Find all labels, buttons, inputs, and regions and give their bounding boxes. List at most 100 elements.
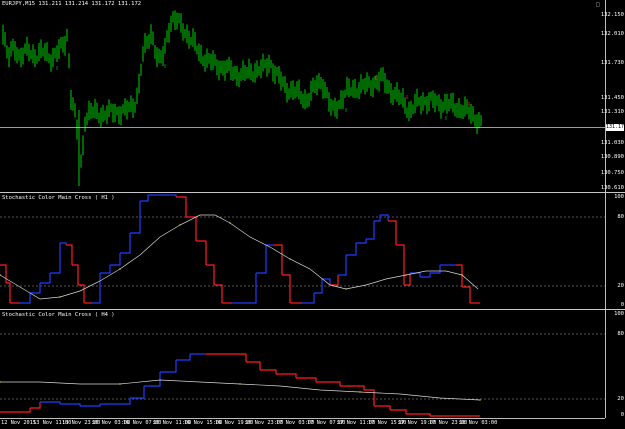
signal-dot (59, 296, 61, 298)
price-tick: 130.610 (600, 185, 624, 191)
signal-dot (119, 268, 121, 270)
main-chart-title: EURJPY,M15 131.211 131.214 131.172 131.1… (2, 1, 142, 7)
stochastic-main-line (356, 239, 367, 244)
stochastic-main-line (296, 377, 317, 382)
stochastic-main-line (60, 403, 81, 406)
level-tick: 80 (617, 214, 624, 220)
stochastic-main-line (30, 283, 41, 294)
stochastic-main-line (186, 216, 197, 241)
stochastic-main-line (388, 220, 397, 245)
signal-dot (119, 383, 121, 385)
current-price-label: 131.172 (606, 124, 625, 131)
stochastic-main-line (214, 284, 223, 303)
stochastic-main-line (456, 264, 463, 287)
level-tick: 80 (617, 331, 624, 337)
stochastic-main-line (246, 273, 257, 304)
stochastic-main-line (196, 240, 207, 265)
price-tick: 132.150 (600, 12, 624, 18)
stochastic-main-line (390, 409, 407, 414)
stochastic-main-line (130, 201, 141, 234)
stochastic-signal-line (0, 379, 481, 401)
stochastic-main-line (230, 353, 247, 362)
price-tick: 131.310 (600, 109, 624, 115)
stochastic-main-line (140, 195, 149, 202)
stochastic-main-line (144, 372, 161, 387)
stochastic-main-line (420, 273, 431, 278)
stochastic-main-line (330, 275, 339, 286)
stochastic-main-line (346, 243, 357, 256)
stochastic-main-line (366, 221, 375, 240)
level-tick: 100 (614, 311, 624, 317)
stochastic-main-line (120, 233, 131, 254)
stochastic-main-line (380, 214, 389, 221)
price-chart[interactable]: ⇧ ⇧ ⇧ ⇧ ⇩ ⇩ ⇩ (0, 0, 605, 192)
stochastic-main-line (276, 373, 297, 378)
stochastic-main-line (206, 264, 215, 285)
buy-arrow-icon: ⇧ (344, 106, 348, 114)
price-tick: 130.750 (600, 170, 624, 176)
buy-arrow-icon: ⇧ (163, 62, 167, 70)
signal-dot (289, 258, 291, 260)
stochastic-main-line (176, 354, 191, 361)
stochastic-main-line (274, 244, 283, 275)
stochastic-main-line (430, 265, 441, 274)
buy-arrow-icon: ⇧ (444, 114, 448, 122)
stochastic-h4-pane[interactable]: Stochastic Color Main Cross ( H4 ) 100 8… (0, 310, 625, 418)
signal-dot (345, 288, 347, 290)
level-tick: 0 (620, 302, 624, 308)
stochastic-main-line (130, 386, 145, 399)
stochastic-main-line (92, 273, 101, 304)
stochastic-main-line (176, 196, 187, 217)
stochastic-h1-chart[interactable] (0, 193, 605, 309)
price-scale: 132.150 132.010 131.730 131.450 131.310 … (601, 0, 625, 192)
stochastic-main-line (60, 242, 67, 245)
stochastic-main-line (246, 361, 261, 370)
signal-dot (229, 222, 231, 224)
signal-dot (461, 274, 463, 276)
stochastic-main-line (406, 413, 431, 416)
level-tick: 20 (617, 283, 624, 289)
signal-dot (179, 224, 181, 226)
signal-dot (0, 381, 1, 383)
stochastic-main-line (40, 401, 61, 404)
stochastic-main-line (66, 244, 73, 265)
time-label: 12 Nov 2015 (1, 420, 37, 426)
stochastic-h1-pane[interactable]: Stochastic Color Main Cross ( H1 ) 100 8… (0, 193, 625, 309)
stochastic-main-line (20, 408, 31, 413)
price-tick: 132.010 (600, 31, 624, 37)
stochastic-h1-scale: 100 80 20 0 (605, 193, 625, 309)
price-tick: 131.030 (600, 140, 624, 146)
time-axis: 12 Nov 2015 13 Nov 11:00 13 Nov 23:00 16… (0, 418, 605, 429)
sell-arrow-icon: ⇩ (467, 100, 471, 108)
stochastic-main-line (40, 273, 51, 284)
stochastic-h4-chart[interactable] (0, 310, 605, 418)
stochastic-main-line (20, 293, 31, 304)
stochastic-h4-scale: 100 80 20 0 (605, 310, 625, 418)
signal-dot (239, 383, 241, 385)
stochastic-main-line (162, 194, 177, 197)
stochastic-main-line (78, 284, 85, 303)
stochastic-main-line (338, 255, 347, 276)
stochastic-main-line (30, 402, 41, 409)
stochastic-main-line (316, 381, 341, 386)
stochastic-main-line (374, 405, 391, 410)
stochastic-main-line (396, 244, 405, 285)
price-tick: 130.890 (600, 154, 624, 160)
buy-arrow-icon: ⇧ (55, 64, 59, 72)
level-tick: 100 (614, 194, 624, 200)
stochastic-main-line (462, 286, 471, 303)
stochastic-main-line (160, 360, 177, 373)
signal-dot (479, 399, 481, 401)
stochastic-main-line (260, 369, 277, 374)
sell-arrow-icon: ⇩ (405, 93, 409, 101)
stochastic-main-line (100, 265, 111, 274)
stochastic-main-line (50, 243, 61, 274)
stochastic-main-line (374, 215, 381, 222)
signal-dot (405, 274, 407, 276)
stochastic-h1-title: Stochastic Color Main Cross ( H1 ) (2, 195, 115, 201)
stochastic-main-line (80, 404, 101, 407)
signal-dot (359, 391, 361, 393)
stochastic-main-line (340, 385, 365, 390)
main-chart-pane[interactable]: ⇧ ⇧ ⇧ ⇧ ⇩ ⇩ ⇩ EURJPY,M15 131.211 131.214 131.1… (0, 0, 625, 192)
sell-arrow-icon: ⇩ (374, 74, 378, 82)
